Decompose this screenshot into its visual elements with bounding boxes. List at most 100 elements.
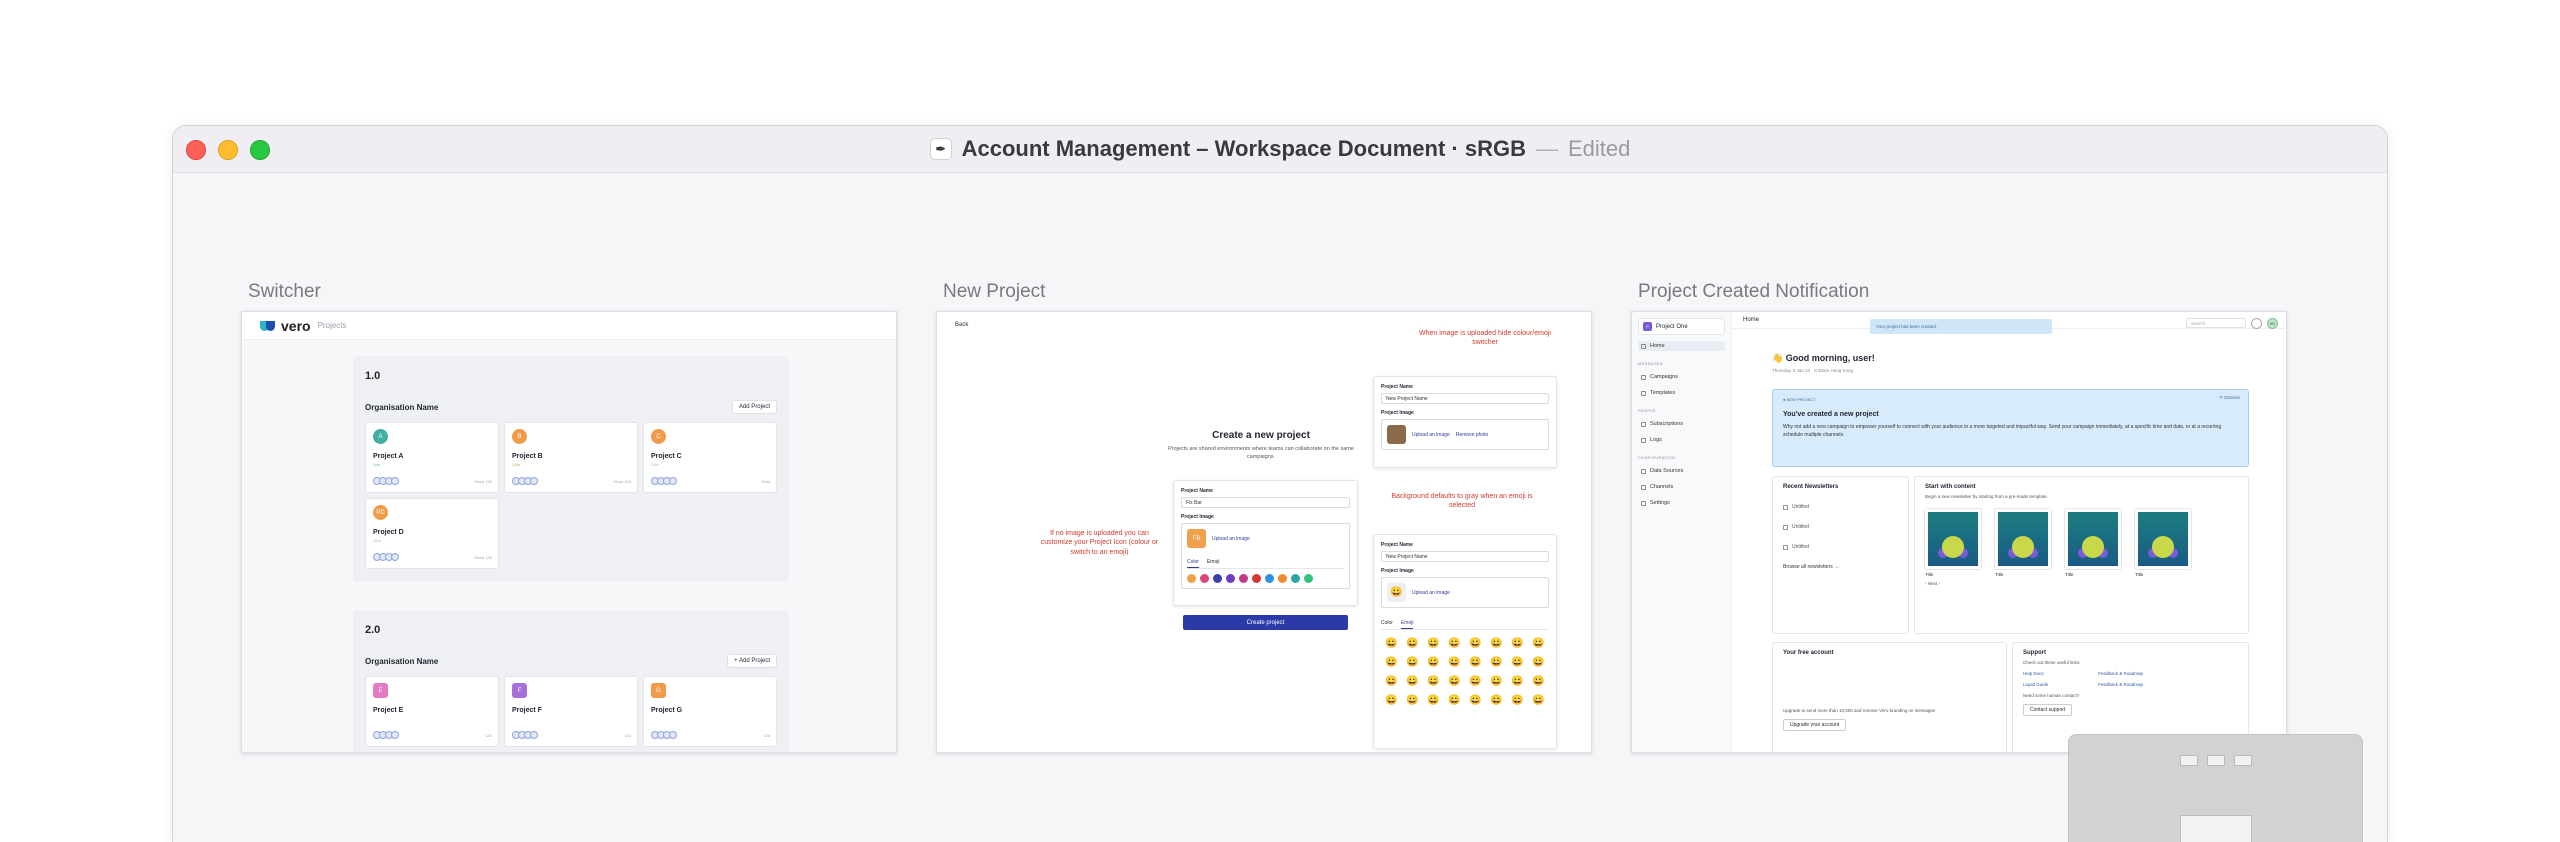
- emoji-option[interactable]: 😀: [1507, 657, 1528, 669]
- template-card[interactable]: Title: [2065, 509, 2121, 577]
- emoji-option[interactable]: 😀: [1402, 676, 1423, 688]
- emoji-option[interactable]: 😀: [1381, 657, 1402, 669]
- feedback-link[interactable]: Feedback & Roadmap: [2098, 671, 2143, 676]
- sidebar-item-channels[interactable]: Channels: [1638, 482, 1725, 492]
- color-swatch[interactable]: [1213, 574, 1222, 583]
- contact-support-button[interactable]: Contact support: [2023, 704, 2073, 716]
- tab-emoji[interactable]: Emoji: [1207, 559, 1220, 568]
- upload-image-link[interactable]: Upload an image: [1412, 432, 1450, 438]
- sidebar-item-campaigns[interactable]: Campaigns: [1638, 372, 1725, 382]
- emoji-option[interactable]: 😀: [1528, 657, 1549, 669]
- emoji-option[interactable]: 😀: [1465, 695, 1486, 707]
- emoji-option[interactable]: 😀: [1444, 638, 1465, 650]
- dismiss-button[interactable]: ✕ Dismiss: [2219, 395, 2240, 401]
- color-swatch[interactable]: [1200, 574, 1209, 583]
- avatar[interactable]: VC: [2267, 318, 2278, 329]
- help-docs-link[interactable]: Help Docs: [2023, 671, 2048, 676]
- minimap-panel[interactable]: [2068, 734, 2363, 842]
- help-icon[interactable]: [2251, 318, 2262, 329]
- project-card[interactable]: B Project B 12m Since 12d: [504, 422, 638, 493]
- color-swatch[interactable]: [1239, 574, 1248, 583]
- create-project-button[interactable]: Create project: [1183, 615, 1348, 630]
- sidebar-item-home[interactable]: Home: [1638, 341, 1725, 351]
- newsletter-item[interactable]: Untitled: [1783, 544, 1898, 550]
- emoji-option[interactable]: 😀: [1444, 657, 1465, 669]
- color-swatch[interactable]: [1304, 574, 1313, 583]
- emoji-option[interactable]: 😀: [1381, 676, 1402, 688]
- add-project-button[interactable]: Add Project: [731, 400, 777, 414]
- frame-label-new-project[interactable]: New Project: [943, 281, 1045, 303]
- emoji-option[interactable]: 😀: [1486, 676, 1507, 688]
- sidebar-item-logs[interactable]: Logs: [1638, 435, 1725, 445]
- project-card[interactable]: A Project A Live Since 12d: [365, 422, 499, 493]
- browse-newsletters-link[interactable]: Browse all newsletters →: [1783, 564, 1898, 570]
- zoom-window-button[interactable]: [250, 140, 270, 160]
- sidebar-item-data-sources[interactable]: Data Sources: [1638, 466, 1725, 476]
- emoji-option[interactable]: 😀: [1402, 657, 1423, 669]
- color-swatch[interactable]: [1252, 574, 1261, 583]
- template-card[interactable]: Title: [1925, 509, 1981, 577]
- project-card[interactable]: C Project C 12m 12mi: [643, 422, 777, 493]
- frame-label-switcher[interactable]: Switcher: [248, 281, 321, 303]
- emoji-option[interactable]: 😀: [1528, 638, 1549, 650]
- tab-emoji[interactable]: Emoji: [1400, 620, 1414, 629]
- upload-image-link[interactable]: Upload an image: [1212, 536, 1250, 542]
- emoji-option[interactable]: 😀: [1486, 638, 1507, 650]
- emoji-option[interactable]: 😀: [1465, 638, 1486, 650]
- newsletter-item[interactable]: Untitled: [1783, 504, 1898, 510]
- color-swatch[interactable]: [1265, 574, 1274, 583]
- back-link[interactable]: Back: [955, 322, 968, 328]
- color-swatch[interactable]: [1278, 574, 1287, 583]
- template-card[interactable]: Title: [1995, 509, 2051, 577]
- switcher-frame[interactable]: vero Projects 1.0 Organisation Name Add …: [241, 311, 897, 753]
- breadcrumb[interactable]: Home: [1743, 317, 1759, 323]
- sidebar-item-subscriptions[interactable]: Subscriptions: [1638, 419, 1725, 429]
- emoji-option[interactable]: 😀: [1423, 657, 1444, 669]
- upload-image-link[interactable]: Upload an image: [1412, 590, 1450, 596]
- project-card[interactable]: PD Project D 12m Since 12d: [365, 498, 499, 569]
- color-swatch[interactable]: [1187, 574, 1196, 583]
- emoji-option[interactable]: 😀: [1444, 695, 1465, 707]
- new-project-frame[interactable]: Back When image is uploaded hide colour/…: [936, 311, 1592, 753]
- emoji-option[interactable]: 😀: [1381, 695, 1402, 707]
- minimize-window-button[interactable]: [218, 140, 238, 160]
- color-swatch[interactable]: [1226, 574, 1235, 583]
- emoji-option[interactable]: 😀: [1444, 676, 1465, 688]
- notification-frame[interactable]: P Project One Home MESSAGES Campaigns Te…: [1631, 311, 2287, 753]
- tab-color[interactable]: Color: [1381, 620, 1393, 629]
- project-name-input[interactable]: Fix Bar: [1181, 497, 1350, 508]
- template-pager[interactable]: ‹ Next ›: [1925, 581, 2238, 586]
- close-window-button[interactable]: [186, 140, 206, 160]
- project-card[interactable]: G Project G 12d: [643, 676, 777, 747]
- sidebar-item-settings[interactable]: Settings: [1638, 498, 1725, 508]
- add-project-button[interactable]: + Add Project: [727, 654, 777, 668]
- project-name-input[interactable]: New Project Name: [1381, 551, 1549, 562]
- frame-label-notification[interactable]: Project Created Notification: [1638, 281, 1869, 303]
- project-name-input[interactable]: New Project Name: [1381, 393, 1549, 404]
- emoji-option[interactable]: 😀: [1465, 676, 1486, 688]
- emoji-option[interactable]: 😀: [1423, 695, 1444, 707]
- emoji-option[interactable]: 😀: [1486, 657, 1507, 669]
- upgrade-button[interactable]: Upgrade your account: [1783, 719, 1847, 731]
- remove-photo-link[interactable]: Remove photo: [1456, 432, 1489, 438]
- project-card[interactable]: E Project E 12d: [365, 676, 499, 747]
- emoji-option[interactable]: 😀: [1486, 695, 1507, 707]
- tab-color[interactable]: Color: [1187, 559, 1199, 568]
- sidebar-item-templates[interactable]: Templates: [1638, 388, 1725, 398]
- emoji-option[interactable]: 😀: [1528, 695, 1549, 707]
- newsletter-item[interactable]: Untitled: [1783, 524, 1898, 530]
- emoji-option[interactable]: 😀: [1528, 676, 1549, 688]
- project-selector[interactable]: P Project One: [1638, 318, 1725, 335]
- emoji-option[interactable]: 😀: [1402, 638, 1423, 650]
- emoji-option[interactable]: 😀: [1507, 676, 1528, 688]
- emoji-picker[interactable]: 😀 😀 😀 😀 😀 😀 😀 😀 😀 😀 😀 😀 😀 😀 😀 😀 😀 😀 😀 😀 😀 😀 😀 😀 😀 😀 😀 😀 😀 😀 😀 😀: [1381, 638, 1549, 707]
- search-input[interactable]: Search: [2186, 318, 2246, 328]
- emoji-option[interactable]: 😀: [1465, 657, 1486, 669]
- emoji-option[interactable]: 😀: [1507, 638, 1528, 650]
- liquid-guide-link[interactable]: Liquid Guide: [2023, 682, 2048, 687]
- color-swatch[interactable]: [1291, 574, 1300, 583]
- project-card[interactable]: F Project F 12d: [504, 676, 638, 747]
- template-card[interactable]: Title: [2135, 509, 2191, 577]
- feedback-link-2[interactable]: Feedback & Roadmap: [2098, 682, 2143, 687]
- emoji-option[interactable]: 😀: [1381, 638, 1402, 650]
